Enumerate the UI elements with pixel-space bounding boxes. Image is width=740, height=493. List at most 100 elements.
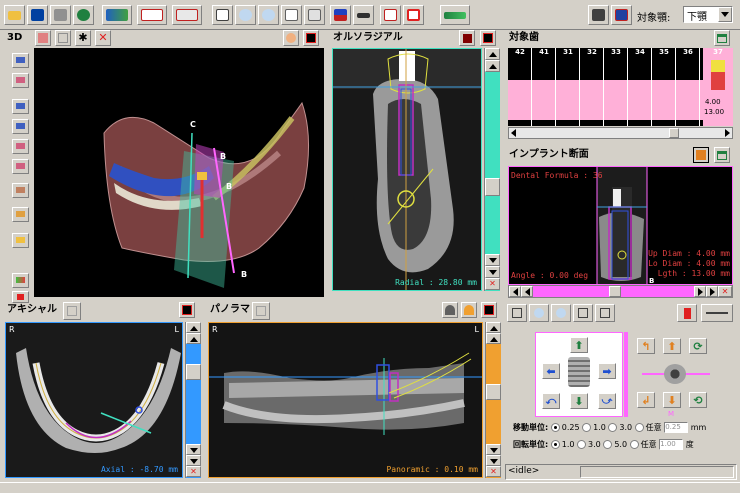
flag-button[interactable] <box>330 5 351 25</box>
rotate-right-button[interactable]: ⤻ <box>598 393 616 409</box>
implant-scroll-thumb[interactable] <box>609 286 621 297</box>
chevron-down-icon[interactable] <box>718 7 732 22</box>
scroll-top-button[interactable] <box>485 48 500 60</box>
rot-down-left-button[interactable]: ↲ <box>637 392 655 408</box>
move-left-button[interactable]: ⬅ <box>542 363 560 379</box>
rotate-left-button[interactable]: ⤺ <box>542 393 560 409</box>
scroll-down-button[interactable] <box>186 444 201 455</box>
window-button[interactable] <box>611 5 632 25</box>
panorama-tool-3[interactable] <box>461 302 477 318</box>
move-option-2[interactable]: 1.0 <box>582 423 606 432</box>
selected-tooth-cell[interactable]: 4.00 13.00 <box>703 48 733 126</box>
view3d-canvas[interactable]: C B B B <box>34 48 324 297</box>
ortho-canvas[interactable]: Radial : 28.80 mm <box>332 48 482 291</box>
move-custom-field[interactable]: 0.25 <box>664 422 689 433</box>
ctrl-zoom-in-button[interactable] <box>529 304 549 322</box>
move-up-button[interactable]: ⬆ <box>570 337 588 353</box>
ortho-scrollbar[interactable]: ✕ <box>484 48 500 291</box>
open-button[interactable] <box>4 5 25 25</box>
implant-reset-button[interactable]: ✕ <box>718 286 732 297</box>
panorama-scrollbar[interactable]: ✕ <box>485 322 501 478</box>
ctrl-measure-button[interactable] <box>701 304 733 322</box>
scroll-bottom-button[interactable] <box>486 455 501 466</box>
rot-option-3[interactable]: 5.0 <box>603 440 627 449</box>
print-button[interactable] <box>50 5 71 25</box>
reset-slice-button[interactable]: ✕ <box>486 466 501 477</box>
pan-button[interactable] <box>281 5 302 25</box>
ortho-maximize-button[interactable] <box>480 30 496 46</box>
axial-scrollbar[interactable]: ✕ <box>185 322 201 478</box>
view3d-tool-4[interactable]: ✕ <box>95 30 111 46</box>
reset-slice-button[interactable]: ✕ <box>186 466 201 477</box>
scroll-up-button[interactable] <box>485 60 500 72</box>
rot-down-button[interactable]: ⬇ <box>663 392 681 408</box>
ctrl-pan-button[interactable] <box>573 304 593 322</box>
measure-button[interactable] <box>380 5 401 25</box>
rot-ccw-button[interactable]: ⟲ <box>689 392 707 408</box>
scroll-down-button[interactable] <box>485 254 500 266</box>
scroll-thumb[interactable] <box>186 364 201 380</box>
ctrl-zoom-out-button[interactable] <box>551 304 571 322</box>
zoom-in-button[interactable] <box>235 5 256 25</box>
view3d-maximize-button[interactable] <box>303 30 319 46</box>
tooth-scroll-thumb[interactable] <box>669 128 679 138</box>
move-option-3[interactable]: 3.0 <box>608 423 632 432</box>
implant-swap-button[interactable] <box>693 147 709 163</box>
scroll-down-button[interactable] <box>486 444 501 455</box>
clear-button[interactable] <box>403 5 424 25</box>
rot-custom-field[interactable]: 1.00 <box>659 439 684 450</box>
rot-option-1[interactable]: 1.0 <box>550 440 574 449</box>
move-button[interactable] <box>304 5 325 25</box>
panorama-tool-button[interactable] <box>252 302 270 320</box>
view-front-icon[interactable] <box>12 99 29 114</box>
move-right-button[interactable]: ➡ <box>598 363 616 379</box>
scroll-thumb[interactable] <box>486 384 501 400</box>
view3d-tool-1[interactable] <box>35 30 51 46</box>
ctrl-cursor-button[interactable] <box>507 304 527 322</box>
view-top-icon[interactable] <box>12 53 29 68</box>
panorama-maximize-button[interactable] <box>481 302 497 318</box>
scroll-up-button[interactable] <box>486 333 501 344</box>
view-back-icon[interactable] <box>12 119 29 134</box>
save-button[interactable] <box>27 5 48 25</box>
vehicle-button[interactable] <box>137 5 167 25</box>
implant-hscroll[interactable]: ✕ <box>508 285 733 298</box>
rot-option-2[interactable]: 3.0 <box>577 440 601 449</box>
panorama-canvas[interactable]: R L Panoramic : 0.10 mm <box>208 322 483 478</box>
ortho-stop-button[interactable] <box>459 30 475 46</box>
view-right-icon[interactable] <box>12 159 29 174</box>
scroll-right-button[interactable] <box>725 129 730 137</box>
move-option-1[interactable]: 0.25 <box>550 423 580 432</box>
axial-maximize-button[interactable] <box>179 302 195 318</box>
scroll-thumb[interactable] <box>485 178 500 196</box>
scroll-next-button[interactable] <box>694 286 706 297</box>
view-palette-icon[interactable] <box>12 273 29 288</box>
scroll-last-button[interactable] <box>706 286 718 297</box>
rot-option-4[interactable]: 任意 <box>629 440 657 449</box>
move-option-4[interactable]: 任意 <box>634 423 662 432</box>
view-side-icon[interactable] <box>12 73 29 88</box>
ruler-button[interactable] <box>353 5 374 25</box>
implant-canvas[interactable]: Dental Formula : 36 Up Diam : 4.00 mm Lo… <box>508 166 733 285</box>
photo-button[interactable] <box>102 5 132 25</box>
scroll-bottom-button[interactable] <box>186 455 201 466</box>
move-down-button[interactable]: ⬇ <box>570 393 588 409</box>
tooth-hscroll[interactable] <box>508 127 733 139</box>
view-left-icon[interactable] <box>12 139 29 154</box>
scroll-top-button[interactable] <box>486 322 501 333</box>
ctrl-move-button[interactable] <box>595 304 615 322</box>
rot-cw-button[interactable]: ⟳ <box>689 338 707 354</box>
face-view-button[interactable] <box>283 30 299 46</box>
tooth-window-button[interactable] <box>714 30 730 46</box>
implant-button[interactable] <box>440 5 470 25</box>
monitor-button[interactable] <box>588 5 609 25</box>
scroll-top-button[interactable] <box>186 322 201 333</box>
zoom-out-button[interactable] <box>258 5 279 25</box>
ctrl-delete-button[interactable] <box>677 304 697 322</box>
axial-canvas[interactable]: R L Axial : -8.70 mm <box>5 322 183 478</box>
rot-up-button[interactable]: ⬆ <box>663 338 681 354</box>
target-jaw-select[interactable]: 下顎 <box>683 6 733 23</box>
cursor-button[interactable] <box>212 5 233 25</box>
implant-window-button[interactable] <box>714 147 730 163</box>
scroll-bottom-button[interactable] <box>485 266 500 278</box>
